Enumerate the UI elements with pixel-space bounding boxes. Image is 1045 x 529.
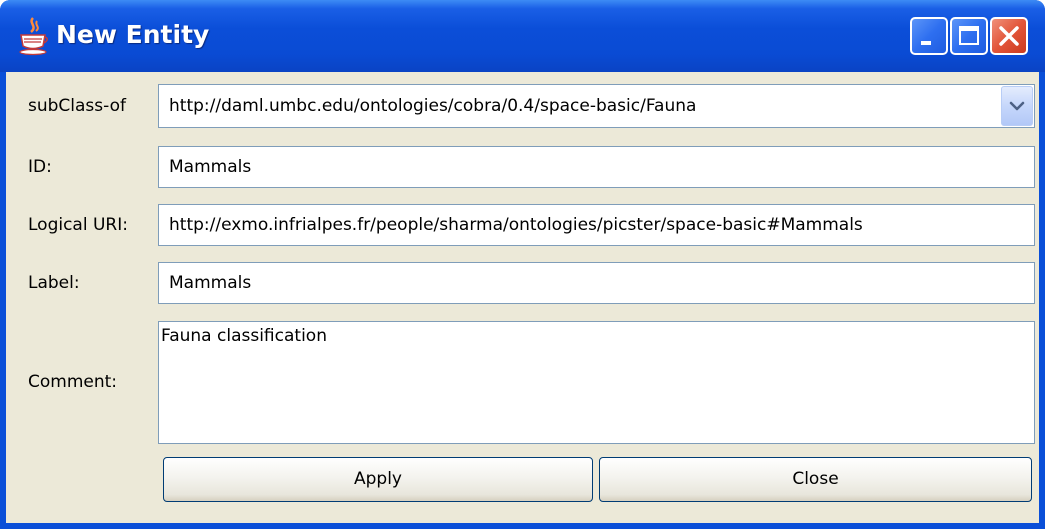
- minimize-button[interactable]: [910, 17, 948, 55]
- logical-uri-label: Logical URI:: [28, 215, 128, 235]
- chevron-down-icon: [1009, 101, 1025, 111]
- minimize-icon: [921, 41, 931, 45]
- subclass-of-dropdown[interactable]: http://daml.umbc.edu/ontologies/cobra/0.…: [158, 84, 1035, 128]
- maximize-icon: [959, 26, 979, 45]
- id-label: ID:: [28, 157, 52, 177]
- subclass-of-label: subClass-of: [28, 96, 126, 116]
- window-title: New Entity: [56, 20, 210, 49]
- dropdown-arrow-button[interactable]: [1001, 86, 1033, 126]
- logical-uri-field[interactable]: http://exmo.infrialpes.fr/people/sharma/…: [158, 204, 1035, 246]
- dialog-content: subClass-of http://daml.umbc.edu/ontolog…: [6, 72, 1039, 523]
- new-entity-dialog: New Entity subClass-of http://daml.umbc.…: [0, 0, 1045, 529]
- label-field[interactable]: Mammals: [158, 262, 1035, 304]
- label-label: Label:: [28, 273, 80, 293]
- comment-textarea[interactable]: Fauna classification: [158, 321, 1035, 444]
- comment-label: Comment:: [28, 372, 118, 392]
- title-bar[interactable]: New Entity: [0, 0, 1045, 72]
- id-field[interactable]: Mammals: [158, 146, 1035, 188]
- maximize-button[interactable]: [950, 17, 988, 55]
- close-dialog-button[interactable]: Close: [599, 457, 1032, 502]
- subclass-of-value: http://daml.umbc.edu/ontologies/cobra/0.…: [169, 96, 697, 116]
- apply-button[interactable]: Apply: [163, 457, 593, 502]
- java-cup-icon: [16, 16, 50, 56]
- close-icon: [999, 26, 1019, 46]
- close-button[interactable]: [990, 17, 1028, 55]
